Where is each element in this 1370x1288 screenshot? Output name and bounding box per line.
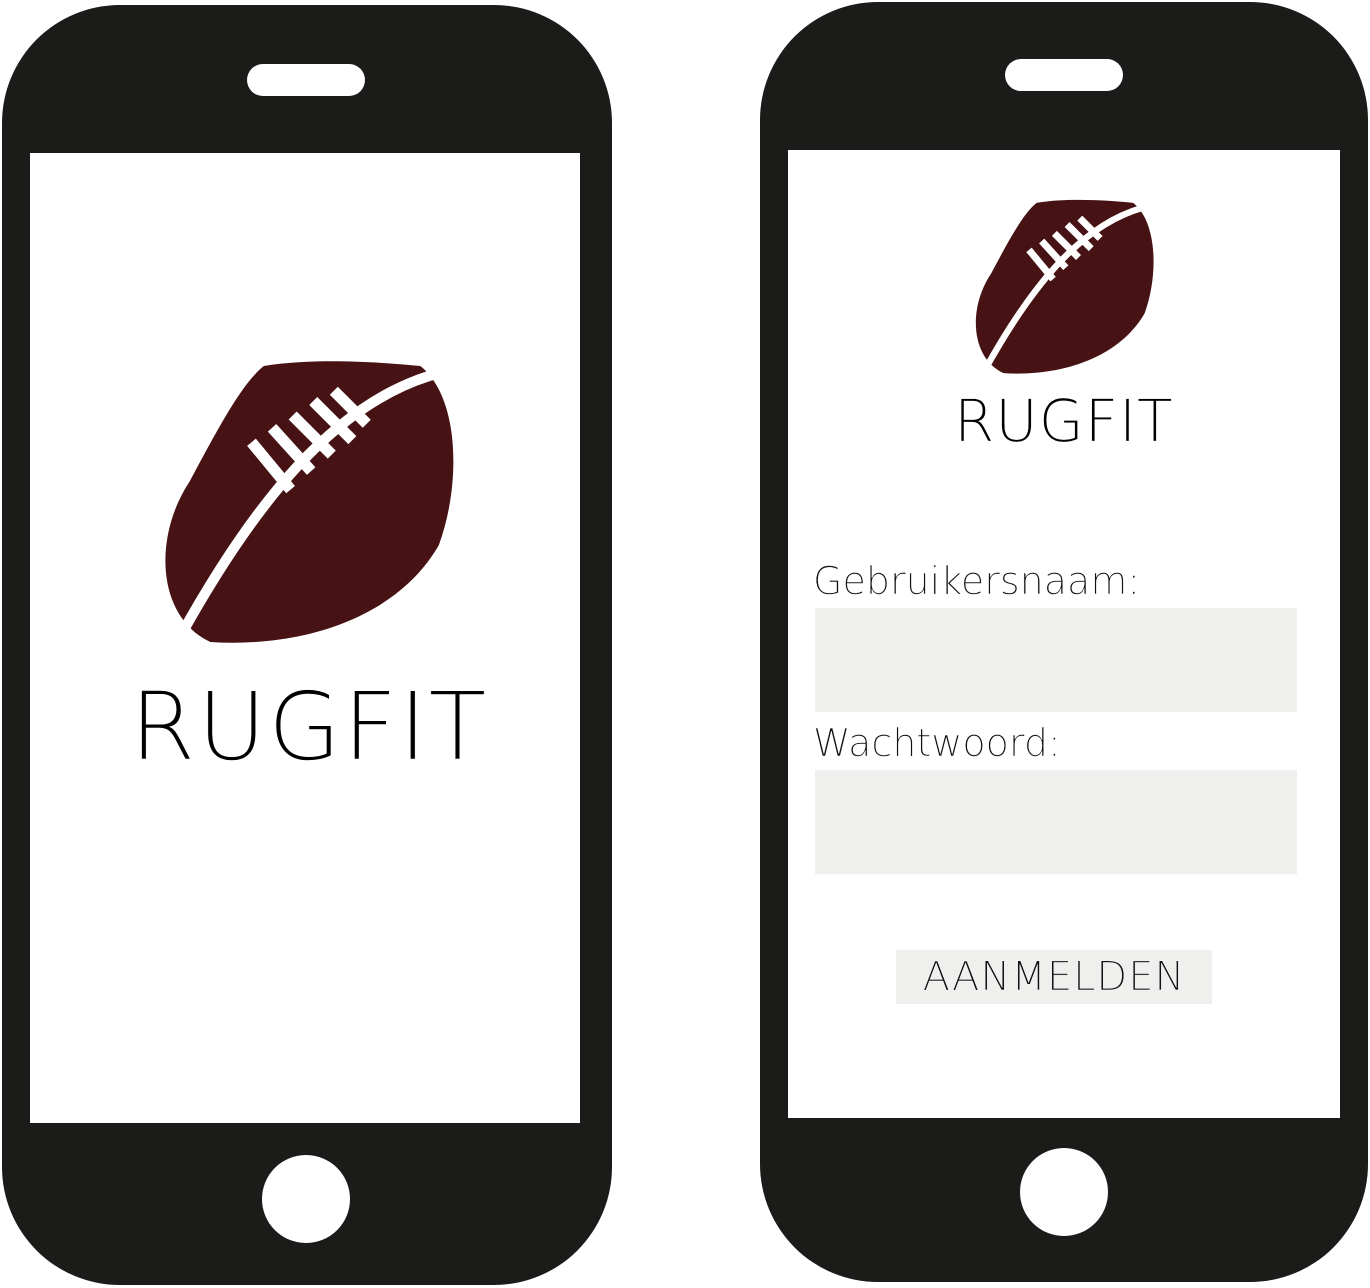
- phone-login: RUGFIT Gebruikersnaam: Wachtwoord: AANME…: [760, 2, 1368, 1282]
- login-button[interactable]: AANMELDEN: [896, 950, 1212, 1004]
- rugby-ball-icon: [954, 180, 1170, 396]
- home-button[interactable]: [262, 1155, 350, 1243]
- brand-title: RUGFIT: [130, 673, 489, 783]
- password-label: Wachtwoord:: [813, 721, 1061, 765]
- login-screen: RUGFIT Gebruikersnaam: Wachtwoord: AANME…: [788, 150, 1340, 1118]
- home-button[interactable]: [1020, 1148, 1108, 1236]
- username-input[interactable]: [815, 608, 1297, 712]
- password-input[interactable]: [815, 770, 1297, 874]
- splash-screen: RUGFIT: [30, 153, 580, 1123]
- brand-title: RUGFIT: [954, 387, 1174, 455]
- rugby-ball-icon: [130, 329, 480, 679]
- speaker-slot: [247, 64, 365, 96]
- speaker-slot: [1005, 59, 1123, 91]
- phone-splash: RUGFIT: [2, 5, 612, 1285]
- username-label: Gebruikersnaam:: [813, 559, 1141, 603]
